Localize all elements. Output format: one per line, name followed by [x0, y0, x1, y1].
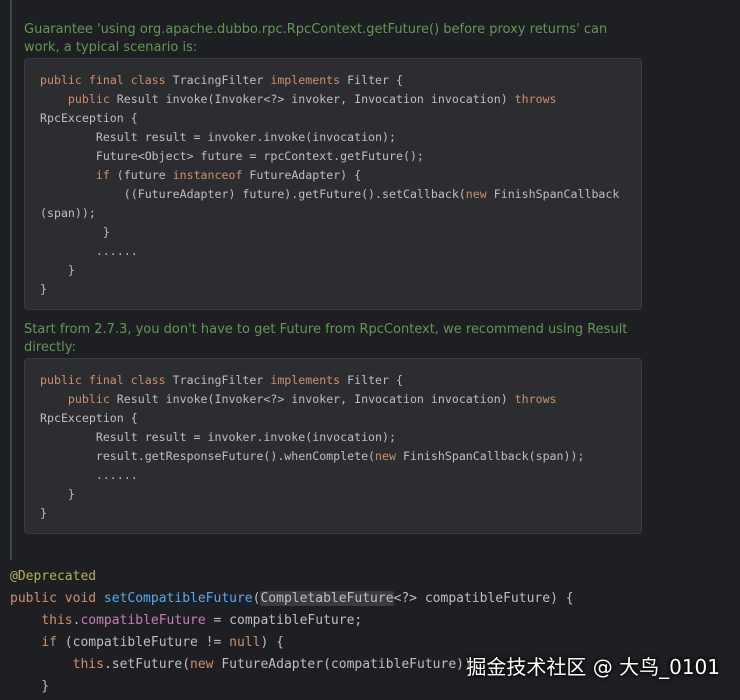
code-token: instanceof	[172, 168, 243, 182]
code-example-1-text: public final class TracingFilter impleme…	[40, 71, 619, 299]
code-token: public	[67, 92, 110, 106]
code-line: ......	[40, 468, 138, 482]
code-token[interactable]: this	[41, 613, 72, 628]
code-line: (span));	[40, 206, 96, 220]
code-line: RpcException {	[40, 411, 138, 425]
code-token: Result invoke(Invoker<?> invoker, Invoca…	[109, 92, 515, 106]
code-token: throws	[514, 92, 557, 106]
code-token: TracingFilter	[165, 73, 271, 87]
javadoc-margin-rule	[10, 0, 12, 560]
code-token: public final class	[40, 373, 166, 387]
watermark: 掘金技术社区 @ 大鸟_0101	[466, 655, 720, 679]
code-token: (future	[109, 168, 173, 182]
javadoc-paragraph-2: Start from 2.7.3, you don't have to get …	[24, 322, 628, 355]
code-token: FutureAdapter) {	[242, 168, 362, 182]
code-token[interactable]: this	[73, 657, 104, 672]
code-token: FinishSpanCallback(span));	[396, 449, 585, 463]
code-token[interactable]: new	[190, 657, 213, 672]
code-line: ......	[40, 244, 138, 258]
code-token: if	[95, 168, 110, 182]
code-token[interactable]: if	[41, 635, 57, 650]
code-token: new	[375, 449, 396, 463]
code-token: Result invoke(Invoker<?> invoker, Invoca…	[109, 392, 515, 406]
code-line: Future<Object> future = rpcContext.getFu…	[40, 149, 424, 163]
code-line: }	[40, 487, 75, 501]
code-token: result.getResponseFuture().whenComplete(	[40, 449, 376, 463]
code-line: }	[40, 225, 110, 239]
code-token: public	[67, 392, 110, 406]
code-token[interactable]: null	[229, 635, 260, 650]
code-example-2-text: public final class TracingFilter impleme…	[40, 371, 584, 523]
code-token[interactable]: FutureAdapter(compatibleFuture));	[214, 657, 479, 672]
highlighted-type[interactable]: CompletableFuture	[260, 591, 394, 606]
code-line[interactable]: }	[10, 679, 49, 694]
code-token[interactable]: = compatibleFuture;	[206, 613, 363, 628]
code-token: public final class	[40, 73, 166, 87]
field-name[interactable]: compatibleFuture	[80, 613, 205, 628]
code-token[interactable]: public void	[10, 591, 96, 606]
code-example-2: public final class TracingFilter impleme…	[24, 358, 642, 534]
code-token: ((FutureAdapter) future).getFuture().set…	[40, 187, 466, 201]
code-token: implements	[270, 373, 341, 387]
code-token: new	[465, 187, 487, 201]
code-token[interactable]: .setFuture(	[104, 657, 190, 672]
code-example-1: public final class TracingFilter impleme…	[24, 58, 642, 310]
method-name[interactable]: setCompatibleFuture	[104, 591, 253, 606]
code-line: }	[40, 263, 75, 277]
code-token[interactable]: (compatibleFuture !=	[57, 635, 229, 650]
code-token: FinishSpanCallback	[486, 187, 620, 201]
code-line: Result result = invoker.invoke(invocatio…	[40, 130, 396, 144]
code-token: TracingFilter	[165, 373, 271, 387]
javadoc-paragraph-1: Guarantee 'using org.apache.dubbo.rpc.Rp…	[24, 22, 608, 55]
code-line: }	[40, 282, 47, 296]
code-token: implements	[270, 73, 341, 87]
code-line: Result result = invoker.invoke(invocatio…	[40, 430, 396, 444]
annotation-deprecated[interactable]: @Deprecated	[10, 569, 96, 584]
code-token[interactable]: ) {	[260, 635, 283, 650]
code-line: RpcException {	[40, 111, 138, 125]
code-token: Filter {	[340, 73, 403, 87]
code-token[interactable]: <?> compatibleFuture) {	[394, 591, 574, 606]
code-line: }	[40, 506, 47, 520]
code-token: throws	[514, 392, 557, 406]
code-token: Filter {	[340, 373, 403, 387]
